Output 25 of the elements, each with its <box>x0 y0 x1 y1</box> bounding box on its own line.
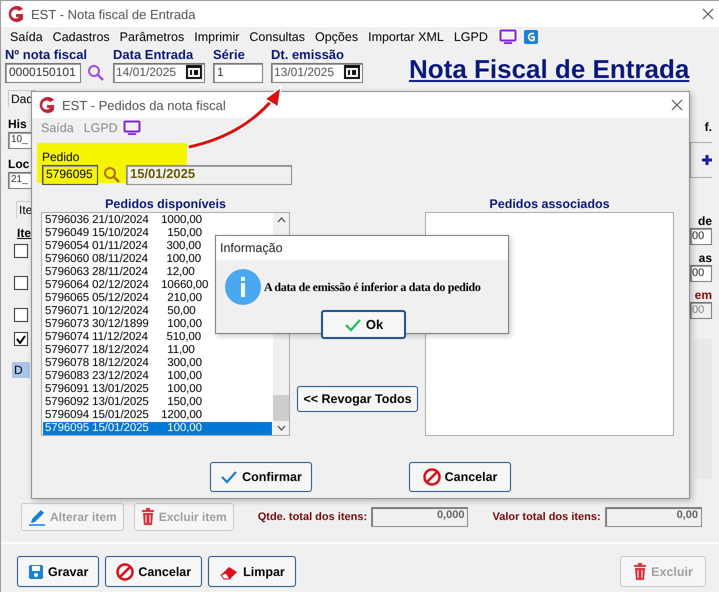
field-label: Data Entrada <box>113 47 194 62</box>
dialog-title: Informação <box>220 241 283 255</box>
field-label: Ite <box>17 226 32 240</box>
date-field: 15/01/2025 <box>126 165 292 185</box>
list-title: Pedidos disponíveis <box>104 197 227 212</box>
field-label: as <box>698 251 712 265</box>
window-title: EST - Nota fiscal de Entrada <box>31 6 196 22</box>
dialog-title: EST - Pedidos da nota fiscal <box>62 98 226 112</box>
total-field: 0,000 <box>371 507 468 527</box>
field-label: f. <box>704 120 712 134</box>
field-label: Nº nota fiscal <box>5 47 88 62</box>
field-label: de <box>698 214 712 228</box>
field-label: Pedido <box>42 150 80 164</box>
total-field: 0,00 <box>604 507 702 527</box>
field-label: Loc <box>8 157 30 171</box>
field-label: Dt. emissão <box>271 47 345 62</box>
table-cell: D <box>12 362 30 378</box>
message-text: A data de emissão é inferior a data do pedido <box>264 280 481 294</box>
total-label: Valor total dos itens: <box>492 511 601 523</box>
page-heading: Nota Fiscal de Entrada <box>409 54 690 85</box>
field-label: Série <box>213 47 246 62</box>
field-label: His <box>8 117 27 131</box>
total-label: Qtde. total dos itens: <box>258 511 368 523</box>
field-label: em <box>694 288 712 302</box>
list-title: Pedidos associados <box>488 197 611 212</box>
